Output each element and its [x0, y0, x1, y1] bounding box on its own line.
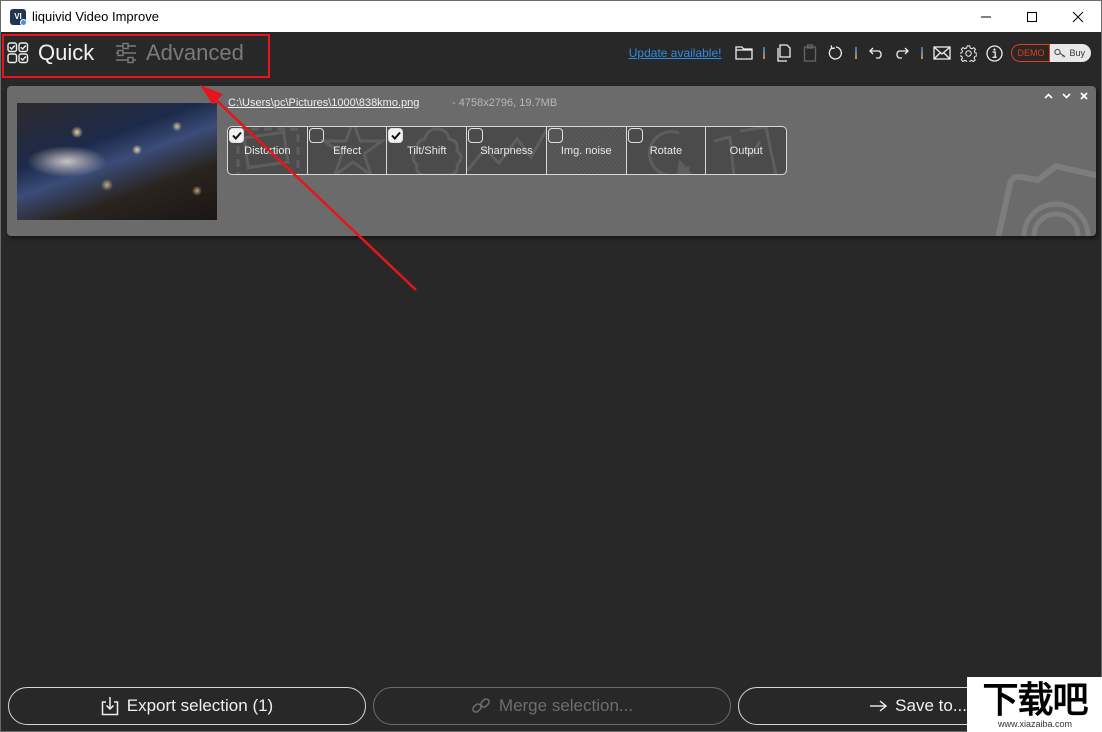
- adjustment-tiles: Distortion Effect Tilt/Shift Sharpness I…: [227, 126, 787, 175]
- move-up-button[interactable]: [1042, 89, 1054, 103]
- main-toolbar: Quick Advanced Update available! DEMO Bu…: [1, 32, 1101, 82]
- tile-checkbox[interactable]: [547, 128, 563, 143]
- export-selection-label: Export selection (1): [126, 696, 274, 715]
- tile-image-noise[interactable]: Img. noise: [546, 127, 627, 174]
- sliders-icon: [116, 42, 136, 64]
- tile-label: Rotate: [649, 145, 683, 157]
- site-watermark: 下载吧 www.xiazaiba.com: [967, 677, 1102, 732]
- tile-checkbox[interactable]: [468, 128, 484, 143]
- minimize-icon: [981, 16, 991, 17]
- update-available-link[interactable]: Update available!: [629, 46, 722, 60]
- copy-icon: [777, 44, 792, 62]
- quick-mode-label: Quick: [38, 40, 95, 65]
- tile-rotate[interactable]: Rotate: [627, 127, 707, 174]
- tile-label: Img. noise: [560, 145, 612, 157]
- toolbar-separator: [855, 47, 858, 59]
- redo-icon: [896, 47, 910, 59]
- close-icon: [1072, 11, 1084, 22]
- redo-button[interactable]: [889, 41, 915, 65]
- tile-label: Effect: [333, 145, 362, 157]
- chevron-up-icon: [1043, 93, 1053, 99]
- mail-icon: [933, 46, 952, 60]
- minimize-button[interactable]: [963, 1, 1009, 32]
- merge-selection-label: Merge selection...: [498, 696, 634, 715]
- toolbar-separator: [763, 47, 766, 59]
- file-path-link[interactable]: C:\Users\pc\Pictures\1000\838kmo.png: [228, 97, 419, 109]
- tile-output[interactable]: Output: [706, 127, 786, 174]
- image-thumbnail[interactable]: [17, 103, 217, 220]
- undo-button[interactable]: [863, 41, 889, 65]
- link-icon: [472, 698, 490, 713]
- tile-label: Distortion: [244, 145, 291, 157]
- undo-icon: [869, 47, 883, 59]
- tile-checkbox[interactable]: [229, 128, 244, 143]
- tile-checkbox[interactable]: [627, 128, 643, 143]
- close-icon: [1080, 92, 1088, 100]
- paste-button[interactable]: [797, 41, 823, 65]
- checklist-icon: [7, 42, 29, 64]
- reset-icon: [829, 45, 843, 60]
- chevron-down-icon: [1061, 93, 1071, 99]
- key-icon: [1054, 48, 1066, 58]
- card-controls: [1042, 89, 1090, 103]
- demo-badge: DEMO: [1011, 44, 1051, 62]
- advanced-mode-label: Advanced: [146, 40, 244, 65]
- quick-mode-tab[interactable]: Quick: [7, 40, 94, 66]
- open-folder-button[interactable]: [731, 41, 757, 65]
- tile-checkbox[interactable]: [308, 128, 324, 143]
- app-logo-icon: VI: [10, 8, 27, 26]
- file-metadata: - 4758x2796, 19.7MB: [452, 97, 558, 109]
- toolbar-separator: [921, 47, 924, 59]
- info-icon: [986, 44, 1003, 62]
- app-window: VI liquivid Video Improve Quick Advanced…: [0, 0, 1102, 732]
- tile-distortion[interactable]: Distortion: [228, 127, 308, 174]
- maximize-button[interactable]: [1009, 1, 1055, 32]
- media-item-card[interactable]: C:\Users\pc\Pictures\1000\838kmo.png - 4…: [7, 86, 1096, 236]
- tile-label: Output: [729, 145, 763, 157]
- tile-sharpness[interactable]: Sharpness: [467, 127, 547, 174]
- settings-button[interactable]: [955, 41, 981, 65]
- info-button[interactable]: [981, 41, 1007, 65]
- title-bar: VI liquivid Video Improve: [1, 1, 1101, 32]
- folder-icon: [735, 46, 754, 60]
- advanced-mode-tab[interactable]: Advanced: [115, 40, 244, 66]
- close-window-button[interactable]: [1055, 1, 1101, 32]
- buy-button[interactable]: Buy: [1050, 44, 1091, 62]
- email-button[interactable]: [929, 41, 955, 65]
- export-icon: [101, 697, 119, 716]
- toolbar-actions: Update available! DEMO Buy: [629, 41, 1091, 65]
- merge-selection-button[interactable]: Merge selection...: [373, 687, 731, 725]
- save-to-label: Save to...: [895, 696, 967, 715]
- arrow-right-icon: [870, 700, 888, 712]
- remove-item-button[interactable]: [1078, 89, 1090, 103]
- tile-tilt-shift[interactable]: Tilt/Shift: [387, 127, 468, 174]
- reset-button[interactable]: [823, 41, 849, 65]
- window-controls: [963, 1, 1101, 32]
- watermark-logo-text: 下载吧: [982, 679, 1088, 720]
- tile-label: Sharpness: [480, 145, 533, 157]
- maximize-icon: [1027, 11, 1037, 22]
- tile-checkbox[interactable]: [388, 128, 404, 143]
- window-title: liquivid Video Improve: [32, 9, 159, 24]
- license-badge: DEMO Buy: [1011, 44, 1091, 62]
- copy-button[interactable]: [771, 41, 797, 65]
- tile-effect[interactable]: Effect: [308, 127, 388, 174]
- gear-icon: [959, 44, 977, 62]
- tile-label: Tilt/Shift: [407, 145, 447, 157]
- export-selection-button[interactable]: Export selection (1): [8, 687, 366, 725]
- move-down-button[interactable]: [1060, 89, 1072, 103]
- buy-label: Buy: [1069, 48, 1085, 58]
- check-icon: [391, 131, 401, 140]
- paste-icon: [804, 44, 817, 62]
- watermark-url: www.xiazaiba.com: [997, 719, 1073, 729]
- check-icon: [231, 131, 242, 140]
- camera-watermark-icon: [995, 162, 1096, 236]
- app-logo-text: VI: [14, 12, 22, 21]
